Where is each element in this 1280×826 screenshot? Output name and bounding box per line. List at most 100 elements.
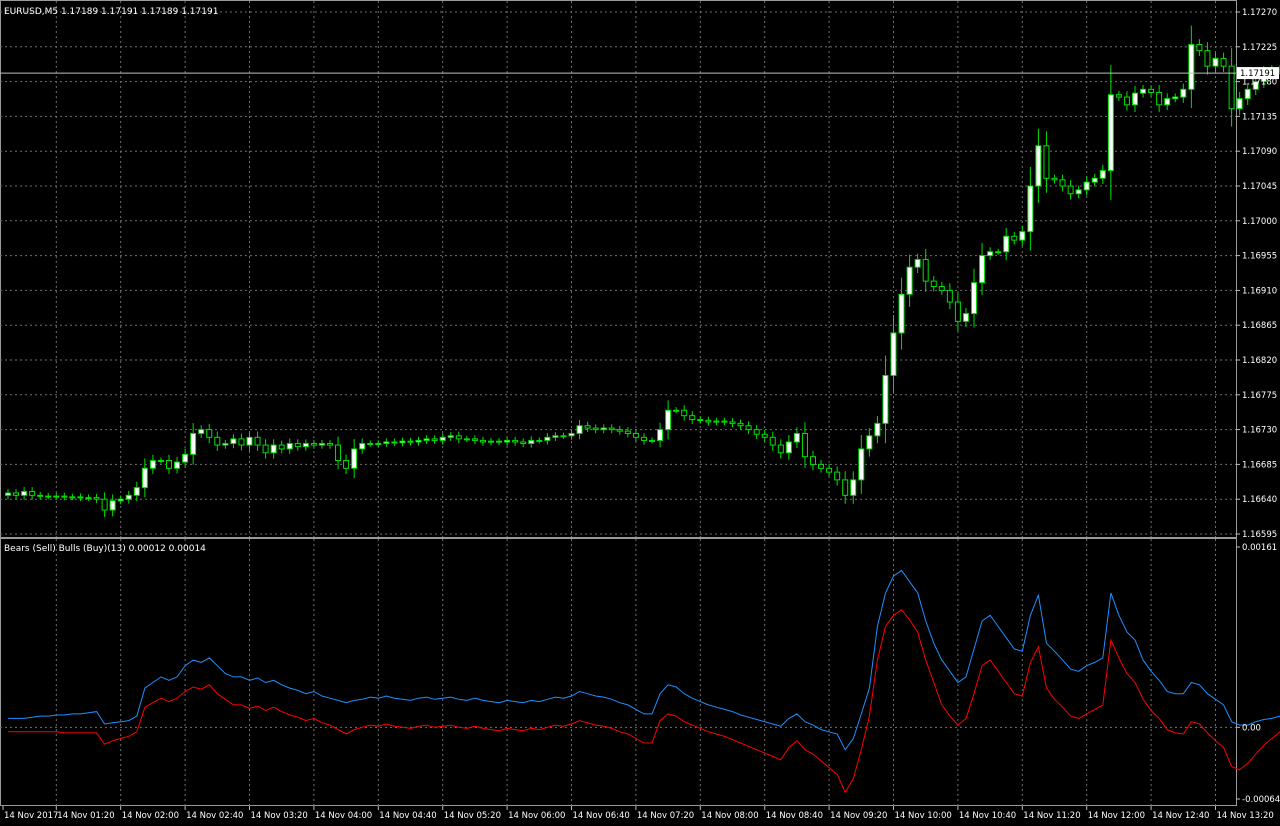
- time-tick-label: 14 Nov 02:00: [122, 811, 179, 821]
- bear-candle: [946, 289, 953, 303]
- bull-candle: [447, 435, 454, 438]
- bear-candle: [1115, 94, 1122, 98]
- price-tick-label: 1.16640: [1242, 495, 1277, 505]
- bear-candle: [13, 492, 20, 496]
- bear-candle: [1123, 96, 1130, 106]
- bull-candle: [1164, 98, 1171, 106]
- bear-candle: [834, 471, 841, 481]
- bull-candle: [157, 460, 164, 463]
- bear-candle: [753, 429, 760, 435]
- bear-candle: [930, 280, 937, 288]
- bear-candle: [721, 420, 728, 423]
- bull-candle: [69, 496, 76, 499]
- bear-candle: [777, 444, 784, 454]
- price-tick-label: 1.17180: [1242, 78, 1277, 88]
- price-tick-label: 1.17225: [1242, 43, 1277, 53]
- bull-candle: [1236, 98, 1243, 110]
- bull-candle: [536, 439, 543, 442]
- bear-candle: [29, 490, 36, 496]
- bear-candle: [1228, 65, 1235, 110]
- chart-canvas[interactable]: 1.17270 1.17225 1.17180 1.17135 1.17090 1.170…: [0, 0, 1280, 826]
- bear-candle: [77, 496, 84, 499]
- time-tick-label: 14 Nov 06:00: [508, 811, 565, 821]
- bull-candle: [528, 439, 535, 445]
- bull-candle: [850, 479, 857, 496]
- bear-candle: [310, 443, 317, 446]
- bear-candle: [214, 436, 221, 446]
- bull-candle: [979, 255, 986, 284]
- bull-candle: [568, 432, 575, 437]
- price-tick-label: 1.16820: [1242, 356, 1277, 366]
- bear-candle: [584, 425, 591, 429]
- indicator-frame: [0, 538, 1237, 806]
- bear-candle: [1148, 88, 1155, 93]
- time-tick-label: 14 Nov 04:00: [315, 811, 372, 821]
- price-tick-label: 1.16955: [1242, 252, 1277, 262]
- bull-candle: [544, 436, 551, 441]
- time-tick-label: 14 Nov 11:20: [1023, 811, 1080, 821]
- bull-candle: [174, 461, 181, 469]
- bear-candle: [343, 460, 350, 469]
- bull-candle: [1172, 96, 1179, 100]
- bear-candle: [1196, 43, 1203, 52]
- bull-candle: [1107, 94, 1114, 172]
- time-tick-label: 14 Nov 08:00: [701, 811, 758, 821]
- bull-candle: [1244, 88, 1251, 100]
- indicator-tick-label: 0.00: [1242, 723, 1261, 733]
- bear-candle: [616, 429, 623, 432]
- bull-candle: [1188, 43, 1195, 90]
- bear-candle: [1156, 91, 1163, 106]
- bear-candle: [1059, 179, 1066, 187]
- time-tick-label: 14 Nov 04:40: [379, 811, 436, 821]
- chart-axes: 1.17270 1.17225 1.17180 1.17135 1.17090 1.170…: [0, 8, 1280, 821]
- bear-candle: [729, 421, 736, 424]
- bear-candle: [391, 441, 398, 444]
- bull-candle: [1019, 231, 1026, 241]
- bear-candle: [520, 441, 527, 445]
- bull-candle: [914, 258, 921, 268]
- bear-candle: [166, 460, 172, 469]
- bull-candle: [222, 443, 229, 446]
- time-tick-label: 14 Nov 08:40: [766, 811, 823, 821]
- bull-candle: [21, 490, 28, 496]
- bear-candle: [769, 436, 776, 446]
- time-tick-label: 14 Nov 13:20: [1217, 811, 1274, 821]
- bull-candle: [149, 460, 156, 469]
- price-tick-label: 1.17135: [1242, 112, 1277, 122]
- bear-candle: [689, 415, 696, 421]
- bull-candle: [995, 251, 1002, 254]
- bear-candle: [745, 425, 752, 431]
- bull-candle: [1075, 189, 1082, 195]
- bear-candle: [431, 438, 438, 441]
- bull-candle: [488, 440, 494, 443]
- bull-candle: [898, 293, 905, 334]
- bear-candle: [206, 429, 213, 438]
- bear-candle: [608, 427, 615, 431]
- time-tick-label: 14 Nov 06:40: [573, 811, 630, 821]
- bear-candle: [262, 444, 269, 454]
- bull-candle: [971, 282, 977, 315]
- bear-candle: [1043, 145, 1050, 179]
- bear-candle: [681, 409, 688, 417]
- bull-candle: [439, 436, 446, 441]
- bull-candle: [793, 432, 800, 443]
- price-tick-label: 1.16910: [1242, 286, 1277, 296]
- bull-candle: [5, 492, 11, 496]
- bear-candle: [624, 430, 631, 434]
- bear-candle: [37, 494, 44, 497]
- bear-candle: [101, 498, 108, 511]
- bear-candle: [632, 432, 639, 438]
- price-tick-label: 1.16595: [1242, 530, 1277, 540]
- time-tick-label: 14 Nov 03:20: [251, 811, 308, 821]
- bull-candle: [906, 266, 913, 295]
- time-tick-label: 14 Nov 12:40: [1152, 811, 1209, 821]
- bear-candle: [61, 495, 68, 498]
- metatrader-chart-window[interactable]: 1.17270 1.17225 1.17180 1.17135 1.17090 1.170…: [0, 0, 1280, 826]
- bear-candle: [407, 440, 414, 443]
- bull-candle: [133, 487, 140, 496]
- indicator-tick-label: 0.00161: [1242, 543, 1277, 553]
- bull-candle: [866, 435, 873, 450]
- bear-candle: [238, 438, 245, 446]
- price-tick-label: 1.16775: [1242, 391, 1277, 401]
- bear-candle: [1011, 235, 1018, 241]
